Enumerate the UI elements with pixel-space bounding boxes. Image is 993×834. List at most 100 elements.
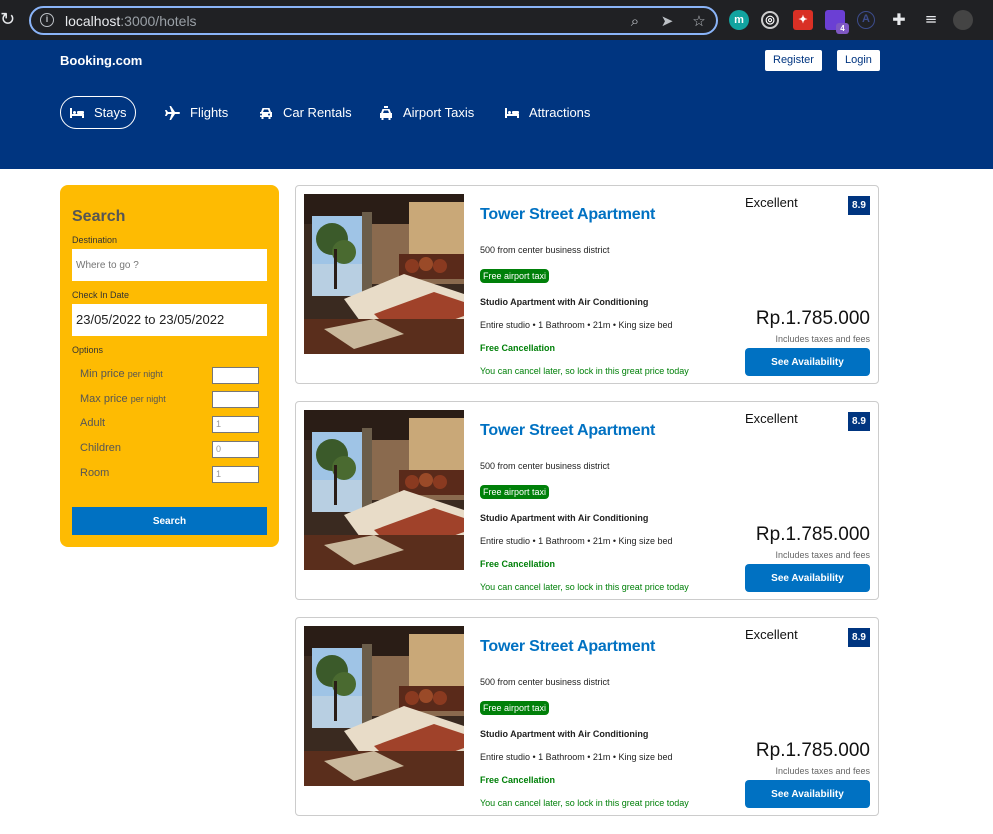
login-button[interactable]: Login (837, 50, 880, 71)
nav-car-rentals-label: Car Rentals (283, 105, 352, 120)
checkin-date-field[interactable]: 23/05/2022 to 23/05/2022 (72, 304, 267, 336)
nav-flights-label: Flights (190, 105, 229, 120)
star-icon[interactable]: ☆ (689, 11, 709, 31)
hotel-distance: 500 from center business district (480, 245, 610, 255)
taxi-badge: Free airport taxi (480, 269, 550, 283)
hotel-features: Entire studio • 1 Bathroom • 21m • King … (480, 536, 673, 546)
hotel-features: Entire studio • 1 Bathroom • 21m • King … (480, 320, 673, 330)
cancel-title: Free Cancellation (480, 343, 556, 353)
option-label: Min price (80, 368, 125, 380)
media-icon[interactable]: ≡ (921, 10, 941, 30)
address-bar[interactable]: i localhost:3000/hotels ⌕ ➤ ☆ (29, 6, 718, 35)
plane-icon (165, 105, 180, 120)
rating-text: Excellent (745, 627, 798, 642)
rating-text: Excellent (745, 411, 798, 426)
taxi-badge: Free airport taxi (480, 485, 550, 499)
site-header: Booking.com Register Login Stays Flights… (0, 40, 993, 169)
option-max-price-label: Max price per night (80, 393, 166, 405)
url-text[interactable]: localhost:3000/hotels (65, 13, 197, 29)
hotel-title[interactable]: Tower Street Apartment (480, 422, 655, 440)
tax-note: Includes taxes and fees (775, 550, 870, 560)
search-panel: Search Destination Check In Date 23/05/2… (60, 185, 279, 547)
extension-red-icon[interactable]: ✦ (793, 10, 813, 30)
extension-badge: 4 (836, 23, 849, 34)
option-label: Max price (80, 393, 128, 405)
nav-attractions-label: Attractions (529, 105, 591, 120)
avatar[interactable] (953, 10, 973, 30)
min-price-input[interactable] (212, 367, 259, 384)
hotel-subtitle: Studio Apartment with Air Conditioning (480, 297, 649, 307)
zoom-icon[interactable]: ⌕ (625, 11, 645, 31)
nav-flights[interactable]: Flights (165, 96, 228, 129)
nav-airport-taxis[interactable]: Airport Taxis (378, 96, 474, 129)
max-price-input[interactable] (212, 391, 259, 408)
reload-icon[interactable]: ↻ (0, 10, 20, 30)
tax-note: Includes taxes and fees (775, 766, 870, 776)
logo[interactable]: Booking.com (60, 53, 142, 68)
url-path: :3000/hotels (120, 13, 197, 29)
cancel-subtitle: You can cancel later, so lock in this gr… (480, 582, 689, 592)
option-children-label: Children (80, 442, 121, 454)
cancel-subtitle: You can cancel later, so lock in this gr… (480, 798, 689, 808)
rating-badge: 8.9 (848, 628, 870, 647)
tax-note: Includes taxes and fees (775, 334, 870, 344)
option-min-price-label: Min price per night (80, 368, 163, 380)
nav-stays[interactable]: Stays (60, 96, 136, 129)
hotel-distance: 500 from center business district (480, 461, 610, 471)
checkin-label: Check In Date (72, 290, 130, 300)
taxi-badge: Free airport taxi (480, 701, 550, 715)
url-host: localhost (65, 13, 121, 29)
info-icon[interactable]: i (40, 13, 54, 27)
option-suffix: per night (127, 369, 163, 379)
option-suffix: per night (130, 394, 166, 404)
cancel-title: Free Cancellation (480, 775, 556, 785)
hotel-card: Tower Street Apartment 500 from center b… (295, 617, 879, 816)
destination-label: Destination (72, 235, 118, 245)
see-availability-button[interactable]: See Availability (745, 348, 870, 376)
hotel-title[interactable]: Tower Street Apartment (480, 638, 655, 656)
options-label: Options (72, 345, 104, 355)
rating-text: Excellent (745, 195, 798, 210)
rating-badge: 8.9 (848, 412, 870, 431)
hotel-subtitle: Studio Apartment with Air Conditioning (480, 729, 649, 739)
option-room-label: Room (80, 467, 110, 479)
send-icon[interactable]: ➤ (657, 11, 677, 31)
price: Rp.1.785.000 (755, 524, 870, 545)
children-input[interactable]: 0 (212, 441, 259, 458)
browser-toolbar: ↻ i localhost:3000/hotels ⌕ ➤ ☆ m ◎ ✦ 4 … (0, 0, 993, 40)
cancel-subtitle: You can cancel later, so lock in this gr… (480, 366, 689, 376)
see-availability-button[interactable]: See Availability (745, 780, 870, 808)
extension-m-icon[interactable]: m (729, 10, 749, 30)
puzzle-icon[interactable]: ✚ (889, 10, 909, 30)
hotel-card: Tower Street Apartment 500 from center b… (295, 185, 879, 384)
rating-badge: 8.9 (848, 196, 870, 215)
nav-stays-label: Stays (94, 105, 127, 120)
extension-a-icon[interactable]: A (857, 11, 875, 29)
option-adult-label: Adult (80, 417, 106, 429)
cancel-title: Free Cancellation (480, 559, 556, 569)
bed-icon (505, 107, 519, 118)
hotel-photo[interactable] (304, 626, 464, 786)
see-availability-button[interactable]: See Availability (745, 564, 870, 592)
car-icon (260, 107, 272, 119)
nav-car-rentals[interactable]: Car Rentals (258, 96, 352, 129)
bed-icon (70, 107, 84, 118)
nav-airport-taxis-label: Airport Taxis (403, 105, 475, 120)
room-input[interactable]: 1 (212, 466, 259, 483)
adult-input[interactable]: 1 (212, 416, 259, 433)
hotel-distance: 500 from center business district (480, 677, 610, 687)
taxi-icon (380, 105, 392, 120)
hotel-photo[interactable] (304, 410, 464, 570)
search-title: Search (72, 208, 126, 225)
hotel-photo[interactable] (304, 194, 464, 354)
search-button[interactable]: Search (72, 507, 267, 535)
price: Rp.1.785.000 (755, 740, 870, 761)
register-button[interactable]: Register (765, 50, 822, 71)
price: Rp.1.785.000 (755, 308, 870, 329)
hotel-subtitle: Studio Apartment with Air Conditioning (480, 513, 649, 523)
hotel-title[interactable]: Tower Street Apartment (480, 206, 655, 224)
destination-input[interactable] (72, 249, 267, 281)
hotel-card: Tower Street Apartment 500 from center b… (295, 401, 879, 600)
hotel-features: Entire studio • 1 Bathroom • 21m • King … (480, 752, 673, 762)
nav-attractions[interactable]: Attractions (504, 96, 590, 129)
